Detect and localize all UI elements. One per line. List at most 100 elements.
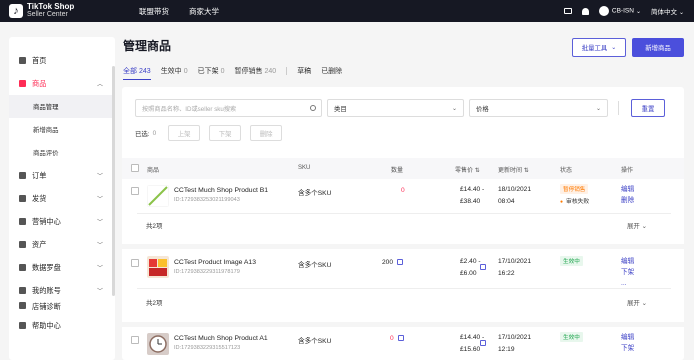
tab-label: 生效中 xyxy=(160,68,182,75)
sidebar-item-data-compass[interactable]: 数据罗盘 ﹀ xyxy=(9,256,115,279)
reset-button[interactable]: 重置 xyxy=(631,99,665,117)
delist-link[interactable]: 下架 xyxy=(621,269,634,276)
sidebar-item-assets[interactable]: 资产 ﹀ xyxy=(9,233,115,256)
product-name[interactable]: CCTest Product Image A13 xyxy=(174,259,256,266)
sidebar-scrollbar[interactable] xyxy=(112,66,115,296)
expand-toggle[interactable]: 展开 ⌄ xyxy=(627,298,647,307)
product-id: ID:1729383229315517123 xyxy=(174,345,241,351)
delete-link[interactable]: 删除 xyxy=(621,197,634,204)
top-bar: ♪ TikTok Shop Seller Center 联盟带货 商家大学 CB… xyxy=(0,0,694,22)
sidebar-item-label: 资产 xyxy=(32,239,47,249)
sidebar-subitem-product-reviews[interactable]: 商品评价 xyxy=(9,141,115,164)
tab-count: 0 xyxy=(220,68,225,75)
sort-icon: ⇅ xyxy=(523,168,529,174)
sidebar-item-help-center[interactable]: 帮助中心 xyxy=(9,314,115,337)
product-list-card: 按照商品名称、ID或seller sku搜索 类目 ⌄ 价格 ⌄ 重置 已选: 0 … xyxy=(122,87,684,360)
header-actions: 操作 xyxy=(621,168,634,174)
list-button[interactable]: 上架 xyxy=(168,125,201,141)
edit-link[interactable]: 编辑 xyxy=(621,334,634,341)
chevron-down-icon: ⌄ xyxy=(595,105,601,112)
price-max: £38.40 xyxy=(460,198,481,205)
account-name: CB-ISN xyxy=(611,7,634,15)
sidebar-item-marketing[interactable]: 营销中心 ﹀ xyxy=(9,210,115,233)
chevron-down-icon: ﹀ xyxy=(96,174,103,180)
sidebar: 首页 商品 ︿ 商品管理 新增商品 商品评价 订单 ﹀ 发货 ﹀ 营销中心 ﹀ 资产 ﹀ … xyxy=(9,37,115,360)
update-date: 17/10/2021 xyxy=(498,334,532,341)
tab-suspended[interactable]: 暂停销售 240 xyxy=(235,66,277,80)
header-updated[interactable]: 更新时间 ⇅ xyxy=(498,165,529,174)
product-icon xyxy=(19,80,26,87)
sidebar-item-label: 首页 xyxy=(32,55,47,65)
nav-affiliate[interactable]: 联盟带货 xyxy=(139,6,169,17)
chevron-up-icon: ︿ xyxy=(96,82,103,88)
product-thumbnail[interactable] xyxy=(147,256,169,278)
shipping-icon xyxy=(19,195,26,202)
tab-drafts[interactable]: 草稿 xyxy=(297,66,311,80)
sidebar-subitem-add-product[interactable]: 新增商品 xyxy=(9,118,115,141)
product-name[interactable]: CCTest Much Shop Product A1 xyxy=(174,335,268,342)
product-sku: 含多个SKU xyxy=(298,190,332,197)
delist-button[interactable]: 下架 xyxy=(209,125,242,141)
header-price[interactable]: 零售价 ⇅ xyxy=(455,165,480,174)
account-menu[interactable]: CB-ISN ⌄ xyxy=(598,6,641,16)
message-icon[interactable] xyxy=(563,8,572,14)
add-product-button[interactable]: 新增商品 xyxy=(632,38,684,57)
select-all-checkbox[interactable] xyxy=(131,164,139,172)
category-select[interactable]: 类目 ⌄ xyxy=(327,99,464,117)
tab-count: 0 xyxy=(183,68,188,75)
delete-button[interactable]: 删除 xyxy=(250,125,283,141)
tab-count: 243 xyxy=(139,68,151,75)
price-select[interactable]: 价格 ⌄ xyxy=(469,99,608,117)
sort-icon: ⇅ xyxy=(474,168,480,174)
edit-link[interactable]: 编辑 xyxy=(621,258,634,265)
product-sku: 含多个SKU xyxy=(298,338,332,345)
edit-price-icon[interactable] xyxy=(480,264,486,270)
delist-link[interactable]: 下架 xyxy=(621,345,634,352)
table-header: 商品 SKU 数量 零售价 ⇅ 更新时间 ⇅ 状态 操作 xyxy=(122,158,684,179)
more-actions-icon[interactable]: ... xyxy=(621,280,627,287)
sidebar-item-home[interactable]: 首页 xyxy=(9,49,115,72)
product-thumbnail[interactable] xyxy=(147,333,169,355)
product-thumbnail[interactable] xyxy=(147,185,169,207)
sidebar-item-products[interactable]: 商品 ︿ xyxy=(9,72,115,95)
row-divider xyxy=(137,288,671,289)
megaphone-icon xyxy=(19,218,26,225)
bell-icon[interactable] xyxy=(581,7,589,15)
row-checkbox[interactable] xyxy=(131,259,139,267)
chevron-down-icon: ﹀ xyxy=(96,197,103,203)
batch-tools-button[interactable]: 批量工具 ⌄ xyxy=(572,38,626,57)
table-row: CCTest Much Shop Product B1 ID:172938325… xyxy=(122,179,684,249)
update-date: 17/10/2021 xyxy=(498,258,532,265)
tab-all[interactable]: 全部 243 xyxy=(123,66,151,80)
tab-deleted[interactable]: 已删除 xyxy=(321,66,342,80)
row-checkbox[interactable] xyxy=(131,187,139,195)
sidebar-item-shop-diagnosis[interactable]: 店铺诊断 xyxy=(9,302,115,314)
edit-quantity-icon[interactable] xyxy=(397,335,404,341)
edit-quantity-icon[interactable] xyxy=(397,259,404,265)
batch-tools-label: 批量工具 xyxy=(581,45,608,52)
sku-total: 共2项 xyxy=(146,223,163,230)
bulk-action-bar: 已选: 0 上架 下架 删除 xyxy=(135,125,291,141)
sidebar-item-label: 我的账号 xyxy=(32,285,61,295)
tab-active[interactable]: 生效中 0 xyxy=(161,66,188,80)
tiktok-shop-logo[interactable]: ♪ TikTok Shop Seller Center xyxy=(9,3,119,19)
product-name[interactable]: CCTest Much Shop Product B1 xyxy=(174,187,268,194)
sidebar-item-orders[interactable]: 订单 ﹀ xyxy=(9,164,115,187)
row-divider xyxy=(137,213,671,214)
sidebar-item-shipping[interactable]: 发货 ﹀ xyxy=(9,187,115,210)
header-updated-label: 更新时间 xyxy=(498,168,523,174)
sidebar-item-my-account[interactable]: 我的账号 ﹀ xyxy=(9,279,115,302)
update-date: 18/10/2021 xyxy=(498,186,532,193)
search-icon[interactable] xyxy=(310,105,316,111)
row-checkbox[interactable] xyxy=(131,336,139,344)
edit-link[interactable]: 编辑 xyxy=(621,186,634,193)
sidebar-subitem-manage-products[interactable]: 商品管理 xyxy=(9,95,115,118)
search-input[interactable]: 按照商品名称、ID或seller sku搜索 xyxy=(135,99,322,117)
chevron-down-icon: ﹀ xyxy=(96,266,103,272)
expand-toggle[interactable]: 展开 ⌄ xyxy=(627,221,647,230)
edit-price-icon[interactable] xyxy=(480,340,486,346)
audit-status[interactable]: 审核失败 xyxy=(560,196,589,205)
tab-delisted[interactable]: 已下架 0 xyxy=(198,66,225,80)
language-switch[interactable]: 简体中文 ⌄ xyxy=(651,6,684,16)
nav-seller-university[interactable]: 商家大学 xyxy=(189,6,219,17)
